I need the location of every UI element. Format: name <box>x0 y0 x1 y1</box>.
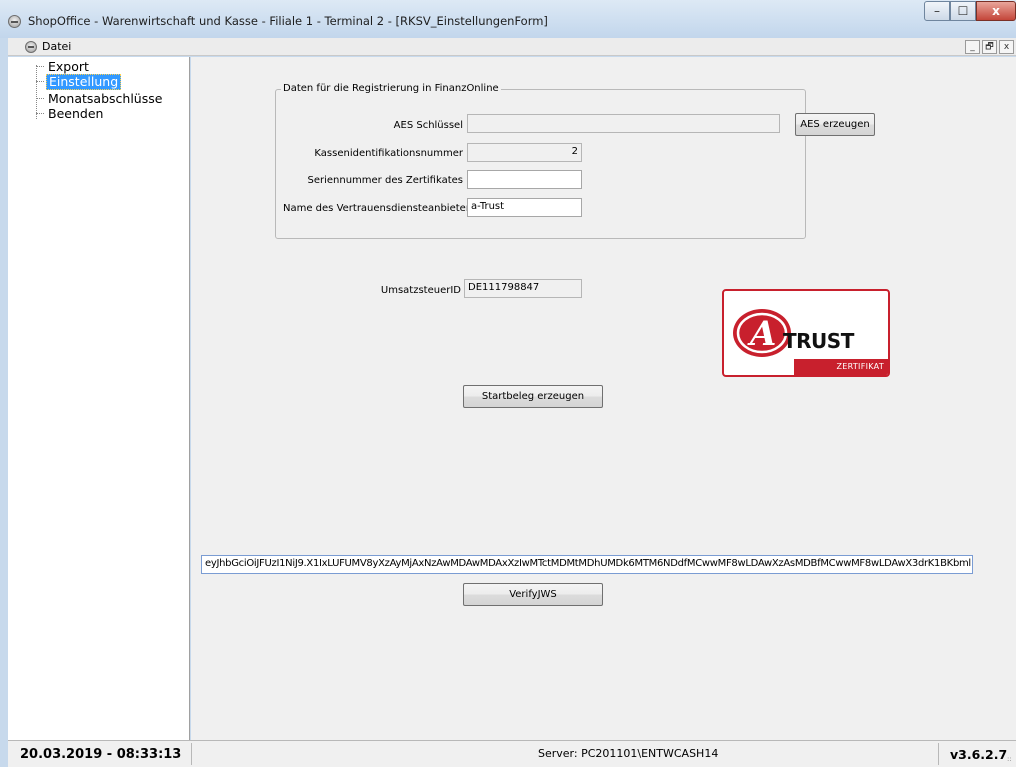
window-title: ShopOffice - Warenwirtschaft und Kasse -… <box>28 14 548 28</box>
minimize-button[interactable]: – <box>924 1 950 21</box>
a-trust-band: ZERTIFIKAT <box>794 359 888 375</box>
tree-item-label: Export <box>48 58 89 74</box>
register-id-label: Kassenidentifikationsnummer <box>314 148 463 159</box>
status-server: Server: PC201101\ENTWCASH14 <box>538 747 719 760</box>
status-datetime: 20.03.2019 - 08:33:13 <box>20 747 182 762</box>
child-minimize-button[interactable]: _ <box>965 40 980 54</box>
status-bar: 20.03.2019 - 08:33:13 Server: PC201101\E… <box>8 740 1016 767</box>
aes-key-label: AES Schlüssel <box>393 120 463 131</box>
vat-id-field[interactable]: DE111798847 <box>464 279 582 298</box>
tree-item-monatsabschluesse[interactable]: Monatsabschlüsse <box>36 91 164 106</box>
child-restore-button[interactable]: 🗗 <box>982 40 997 54</box>
child-close-button[interactable]: x <box>999 40 1014 54</box>
app-window: ShopOffice - Warenwirtschaft und Kasse -… <box>0 0 1016 767</box>
tree-item-beenden[interactable]: Beenden <box>36 106 105 121</box>
registration-group-title: Daten für die Registrierung in FinanzOnl… <box>281 83 501 94</box>
vat-id-label: UmsatzsteuerID <box>380 285 461 296</box>
minimize-icon: – <box>934 4 940 18</box>
navigation-tree: Export Einstellung Monatsabschlüsse Been… <box>8 57 190 740</box>
tree-item-einstellung[interactable]: Einstellung <box>36 73 122 90</box>
maximize-icon: ☐ <box>957 4 969 18</box>
create-start-receipt-button[interactable]: Startbeleg erzeugen <box>463 385 603 408</box>
tree-item-label: Einstellung <box>46 73 122 90</box>
settings-form: Daten für die Registrierung in FinanzOnl… <box>191 57 1016 740</box>
status-version: v3.6.2.7 <box>950 747 1008 762</box>
aes-key-field[interactable] <box>467 114 780 133</box>
maximize-button[interactable]: ☐ <box>950 1 976 21</box>
certificate-serial-input[interactable] <box>467 170 582 189</box>
title-bar: ShopOffice - Warenwirtschaft und Kasse -… <box>0 0 1016 38</box>
resize-grip-icon[interactable]: :: <box>1007 756 1015 765</box>
tree-item-label: Monatsabschlüsse <box>48 90 163 106</box>
aes-generate-button[interactable]: AES erzeugen <box>795 113 875 136</box>
close-button[interactable]: x <box>976 1 1016 21</box>
jws-field[interactable]: eyJhbGciOiJFUzI1NiJ9.X1IxLUFUMV8yXzAyMjA… <box>201 555 973 574</box>
a-letter: A <box>747 314 776 354</box>
child-window-icon[interactable] <box>25 41 37 53</box>
a-trust-wordmark: TRUST <box>783 329 854 353</box>
a-trust-logo: A TRUST ZERTIFIKAT <box>722 289 890 377</box>
tree-item-label: Beenden <box>48 105 104 121</box>
close-icon: x <box>992 4 1000 18</box>
certificate-serial-label: Seriennummer des Zertifikates <box>307 175 463 186</box>
menu-datei[interactable]: Datei <box>42 40 71 53</box>
app-icon[interactable] <box>8 15 21 28</box>
register-id-field[interactable]: 2 <box>467 143 582 162</box>
verify-jws-button[interactable]: VerifyJWS <box>463 583 603 606</box>
trust-provider-input[interactable]: a-Trust <box>467 198 582 217</box>
menu-bar: Datei _ 🗗 x <box>8 38 1016 56</box>
trust-provider-label: Name des Vertrauensdiensteanbieter <box>283 203 470 214</box>
tree-item-export[interactable]: Export <box>36 59 91 74</box>
